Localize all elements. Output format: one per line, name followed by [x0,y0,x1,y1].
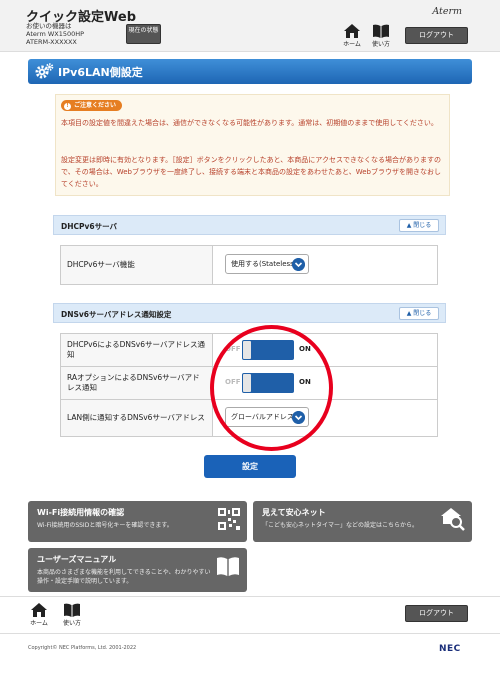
chevron-down-icon [292,258,305,271]
dnsv6-section-header: DNSv6サーバアドレス通知設定 ▲ 閉じる [53,303,446,323]
dnsv6-close-label: 閉じる [413,310,432,317]
dhcpv6-server-label: DHCPv6サーバ機能 [61,246,213,284]
wifi-info-card[interactable]: Wi-Fi接続用情報の確認 Wi-Fi接続用のSSIDと暗号化キーを確認できます… [28,501,247,542]
dhcpv6-table: DHCPv6サーバ機能 使用する(Stateless) [60,245,438,285]
user-manual-card[interactable]: ユーザーズマニュアル 本商品のさまざまな機能を利用してできることや、わかりやすい… [28,548,247,592]
book-icon [217,557,239,576]
manual-label: 使い方 [371,41,390,48]
dhcpv6-server-select[interactable]: 使用する(Stateless) [225,254,309,274]
notice-badge: ! ご注意ください [61,100,123,111]
logout-button[interactable]: ログアウト [405,27,468,44]
aterm-logo: Aterm [432,6,462,17]
book-icon [64,603,80,617]
dhcpv6-dns-notify-label: DHCPv6によるDNSv6サーバアドレス通知 [61,334,213,366]
copyright: Copyright© NEC Platforms, Ltd. 2001-2022 [28,645,137,651]
device-model: Aterm WX1500HP [26,30,85,38]
annotation-circle [210,325,333,451]
dhcpv6-section-title: DHCPv6サーバ [61,222,118,231]
chevron-up-icon: ▲ [406,310,412,317]
kids-safe-net-card[interactable]: 見えて安心ネット 「こども安心ネットタイマー」などの設定はこちらから。 [253,501,472,542]
dhcpv6-server-row: DHCPv6サーバ機能 使用する(Stateless) [61,246,437,284]
footer-home-nav[interactable]: ホーム [24,603,54,629]
home-label: ホーム [343,41,361,48]
wifi-info-title: Wi-Fi接続用情報の確認 [37,508,125,517]
gear-icon [35,63,54,79]
book-icon [373,24,389,38]
status-button[interactable]: 現在の状態 [126,24,161,44]
dhcpv6-section-header: DHCPv6サーバ ▲ 閉じる [53,215,446,235]
chevron-up-icon: ▲ [406,222,412,229]
user-manual-title: ユーザーズマニュアル [37,555,117,564]
footer-divider-top [0,596,500,597]
device-ssid: ATERM-XXXXXX [26,38,77,46]
notice-badge-label: ご注意ください [74,102,117,109]
manual-nav[interactable]: 使い方 [366,24,396,50]
dhcpv6-close-label: 閉じる [413,222,432,229]
footer-manual-nav[interactable]: 使い方 [57,603,87,629]
ra-dns-notify-label: RAオプションによるDNSv6サーバアドレス通知 [61,367,213,399]
qr-code-icon [218,508,240,530]
notice-paragraph-1: 本項目の設定値を間違えた場合は、通信ができなくなる可能性があります。通常は、初期… [61,119,438,127]
wifi-info-desc: Wi-Fi接続用のSSIDと暗号化キーを確認できます。 [37,522,173,529]
header: クイック設定Web お使いの機器は Aterm WX1500HP ATERM-X… [0,0,500,52]
user-manual-desc: 本商品のさまざまな機能を利用してできることや、わかりやすい操作・設定手順で説明し… [37,569,211,585]
dnsv6-section-title: DNSv6サーバアドレス通知設定 [61,310,172,319]
info-icon: ! [64,103,71,110]
house-search-icon [441,508,465,531]
nec-logo: NEC [439,644,461,654]
lan-dns-address-label: LAN側に通知するDNSv6サーバアドレス [61,400,213,436]
footer-manual-label: 使い方 [62,620,81,627]
notice-paragraph-2: 設定変更は即時に有効となります。［設定］ボタンをクリックしたあと、本商品にアクセ… [61,156,441,188]
device-info: お使いの機器は Aterm WX1500HP ATERM-XXXXXX [26,22,84,46]
footer-divider-bottom [0,633,500,634]
dhcpv6-server-value: 使用する(Stateless) [231,260,297,268]
submit-button[interactable]: 設定 [204,455,296,478]
notice-box: ! ご注意ください 本項目の設定値を間違えた場合は、通信ができなくなる可能性があり… [55,94,450,196]
home-nav[interactable]: ホーム [337,24,367,50]
home-icon [344,24,360,38]
kids-safe-net-desc: 「こども安心ネットタイマー」などの設定はこちらから。 [262,522,419,529]
home-icon [31,603,47,617]
footer-home-label: ホーム [30,620,48,627]
page-title-bar: IPv6LAN側設定 [28,59,472,84]
dnsv6-close-button[interactable]: ▲ 閉じる [399,307,439,320]
page-title: IPv6LAN側設定 [58,66,143,79]
device-label: お使いの機器は [26,22,72,30]
kids-safe-net-title: 見えて安心ネット [262,508,326,517]
dhcpv6-close-button[interactable]: ▲ 閉じる [399,219,439,232]
footer-logout-button[interactable]: ログアウト [405,605,468,622]
